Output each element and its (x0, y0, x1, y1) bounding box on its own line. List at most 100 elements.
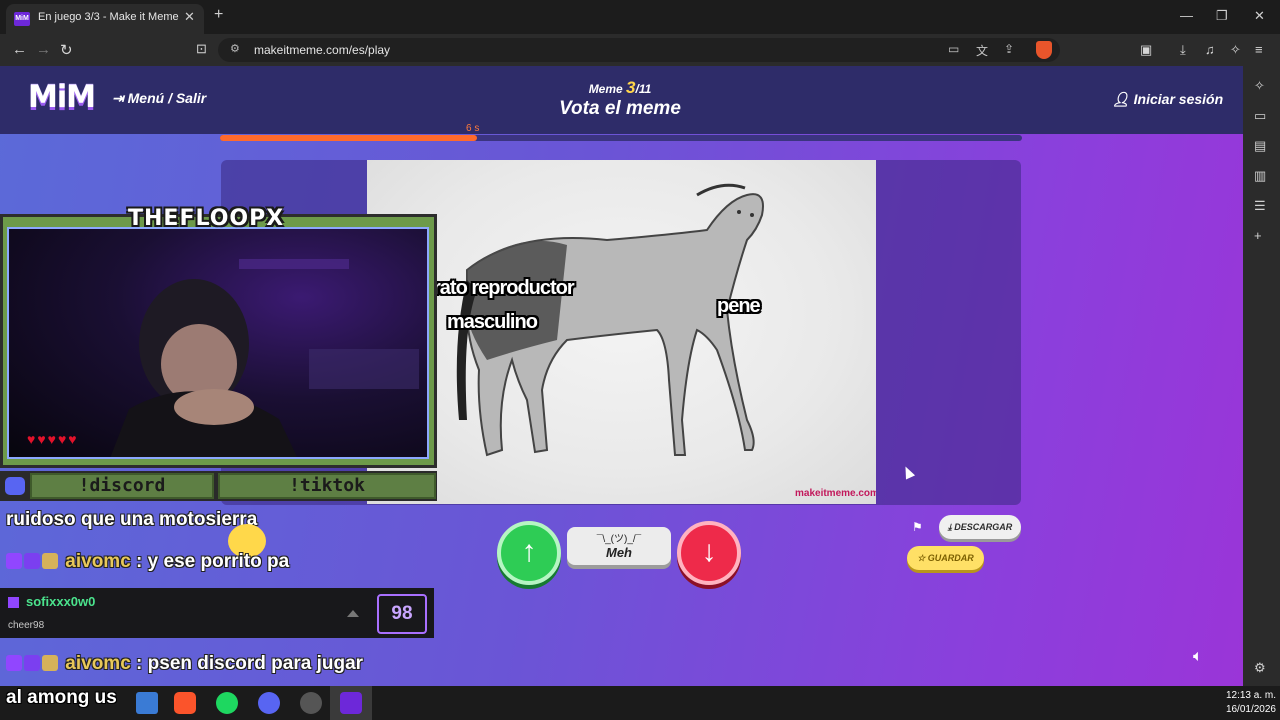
hearts-icon: ♥♥♥♥♥ (27, 431, 79, 447)
star-icon: ☆ (917, 553, 928, 563)
twitch-badge-icon (6, 655, 22, 671)
menu-exit-label: Menú / Salir (127, 90, 207, 106)
mim-logo[interactable]: MiM (28, 80, 96, 115)
chat-message: aivomc : y ese porrito pa (6, 551, 289, 573)
forward-icon[interactable]: → (36, 41, 51, 58)
reload-icon[interactable]: ↻ (60, 41, 73, 59)
mute-icon[interactable]: 🔈︎ (1193, 648, 1203, 666)
cheer-amount: 98 (377, 594, 427, 634)
url-text[interactable]: makeitmeme.com/es/play (254, 43, 390, 57)
sub-badge-icon (24, 655, 40, 671)
chat-message-text: : psen discord para jugar (130, 653, 364, 674)
cheer-text: cheer98 (8, 620, 45, 631)
settings-icon[interactable]: ⚙ (1254, 660, 1266, 676)
chat-message-text: ruidoso que una motosierra (6, 509, 258, 530)
streamer-name: THEFLOOPX (128, 206, 285, 231)
clock-time: 12:13 a. m. (1225, 690, 1276, 701)
meme-caption-right: pene (717, 295, 761, 317)
discord-icon (5, 477, 25, 495)
chat-message-text: : y ese porrito pa (130, 551, 290, 572)
wallet-icon[interactable]: ▤ (1254, 138, 1266, 154)
restore-icon[interactable]: ❐ (1216, 8, 1228, 24)
os-taskbar: al among us 12:13 a. m. 16/01/2026 (0, 686, 1280, 720)
vote-down-button[interactable]: ↓ (677, 521, 741, 585)
translate-icon[interactable]: 文 (976, 42, 988, 59)
back-icon[interactable]: ← (12, 41, 27, 58)
discord-command: !discord (30, 473, 214, 499)
game-page: MiM ⇥ Menú / Salir Meme 3/11 Vota el mem… (0, 66, 1243, 686)
vote-up-button[interactable]: ↑ (497, 521, 561, 585)
explorer-icon[interactable] (136, 692, 158, 714)
menu-icon[interactable]: ≡ (1255, 42, 1263, 57)
leo-sidebar-icon[interactable]: ✧ (1254, 78, 1265, 94)
talk-icon[interactable]: ▭ (1254, 108, 1266, 124)
mim-taskbar-icon[interactable] (340, 692, 362, 714)
share-icon[interactable]: ⇪ (1004, 42, 1014, 56)
report-flag-icon[interactable]: ⚑ (912, 520, 923, 534)
arrow-down-icon: ↓ (701, 535, 717, 568)
system-clock[interactable]: 12:13 a. m. 16/01/2026 (1218, 689, 1276, 717)
bookmark-icon[interactable]: ⊡ (196, 41, 207, 57)
browser-tab-bar: MiM En juego 3/3 - Make it Meme ✕ + — ❐ … (0, 0, 1280, 34)
cheer-username: sofixxx0w0 (26, 594, 96, 609)
minimize-icon[interactable]: — (1180, 8, 1193, 23)
browser-side-panel: ✧ ▭ ▤ ▥ ☰ + ⚙ (1243, 66, 1280, 686)
reader-icon[interactable]: ▣ (1140, 42, 1152, 58)
download-label: DESCARGAR (954, 522, 1013, 532)
chat-message: aivomc : psen discord para jugar (6, 653, 363, 675)
user-icon: 👤︎ (1112, 91, 1134, 107)
bookmarks-icon[interactable]: ▥ (1254, 168, 1266, 184)
timer-progress-fill (220, 135, 477, 141)
site-header: MiM ⇥ Menú / Salir Meme 3/11 Vota el mem… (0, 66, 1243, 134)
shrug-emoticon: ¯\_(ツ)_/¯ (596, 534, 642, 545)
login-button[interactable]: 👤︎ Iniciar sesión (1112, 91, 1223, 108)
twitch-badge-icon (6, 553, 22, 569)
tab-title: En juego 3/3 - Make it Meme (38, 11, 179, 23)
leo-icon[interactable]: ✧ (1230, 42, 1241, 58)
menu-exit-button[interactable]: ⇥ Menú / Salir (112, 90, 206, 107)
webcam-video: ♥♥♥♥♥ (7, 227, 429, 459)
close-tab-icon[interactable]: ✕ (184, 9, 195, 25)
page-title: Vota el meme (559, 98, 681, 119)
save-button[interactable]: ☆ GUARDAR (907, 546, 984, 570)
cast-icon[interactable]: ▭ (948, 42, 959, 56)
tab-favicon: MiM (14, 12, 30, 26)
timer-label: 6 s (466, 123, 480, 134)
chat-username: aivomc (65, 551, 131, 572)
overlay-chat-fragment: al among us (6, 687, 117, 708)
cheer-alert: sofixxx0w0 cheer98 98 (0, 588, 434, 638)
arrow-up-icon: ↑ (521, 535, 537, 568)
media-icon[interactable]: ♫ (1205, 42, 1215, 57)
close-window-icon[interactable]: ✕ (1254, 8, 1265, 24)
chat-username: aivomc (65, 653, 131, 674)
login-label: Iniciar sesión (1133, 91, 1224, 107)
clock-date: 16/01/2026 (1225, 704, 1276, 715)
timer-progress-bar (220, 135, 1022, 141)
streamer-silhouette (110, 259, 419, 457)
new-tab-icon[interactable]: + (214, 6, 223, 24)
obs-icon[interactable] (300, 692, 322, 714)
downloads-icon[interactable]: ⤓ (1180, 42, 1186, 58)
discord-taskbar-icon[interactable] (258, 692, 280, 714)
browser-toolbar: ← → ↻ ⊡ ⚙ makeitmeme.com/es/play ▭ 文 ⇪ ▣… (0, 34, 1280, 66)
site-info-icon[interactable]: ⚙ (230, 42, 240, 55)
address-bar[interactable]: ⚙ makeitmeme.com/es/play ▭ 文 ⇪ (218, 38, 1060, 62)
meme-watermark: makeitmeme.com (795, 488, 876, 499)
download-button[interactable]: ⤓ DESCARGAR (939, 515, 1021, 539)
add-panel-icon[interactable]: + (1254, 228, 1262, 243)
horse-drawing (456, 183, 764, 457)
twitch-icon (8, 597, 19, 608)
meme-image: rato reproductor masculino pene makeitme… (367, 160, 876, 504)
save-label: GUARDAR (927, 553, 974, 563)
gift-badge-icon (42, 655, 58, 671)
meme-counter-total: /11 (635, 82, 652, 96)
bits-icon (347, 610, 359, 617)
brave-shield-icon[interactable] (1036, 41, 1052, 59)
webcam-overlay: ♥♥♥♥♥ (0, 214, 437, 468)
brave-icon[interactable] (174, 692, 196, 714)
browser-tab[interactable]: MiM En juego 3/3 - Make it Meme ✕ (6, 4, 204, 34)
reading-list-icon[interactable]: ☰ (1254, 198, 1266, 214)
spotify-icon[interactable] (216, 692, 238, 714)
vote-meh-button[interactable]: ¯\_(ツ)_/¯ Meh (567, 527, 671, 565)
meme-counter: Meme 3/11 (560, 78, 680, 98)
